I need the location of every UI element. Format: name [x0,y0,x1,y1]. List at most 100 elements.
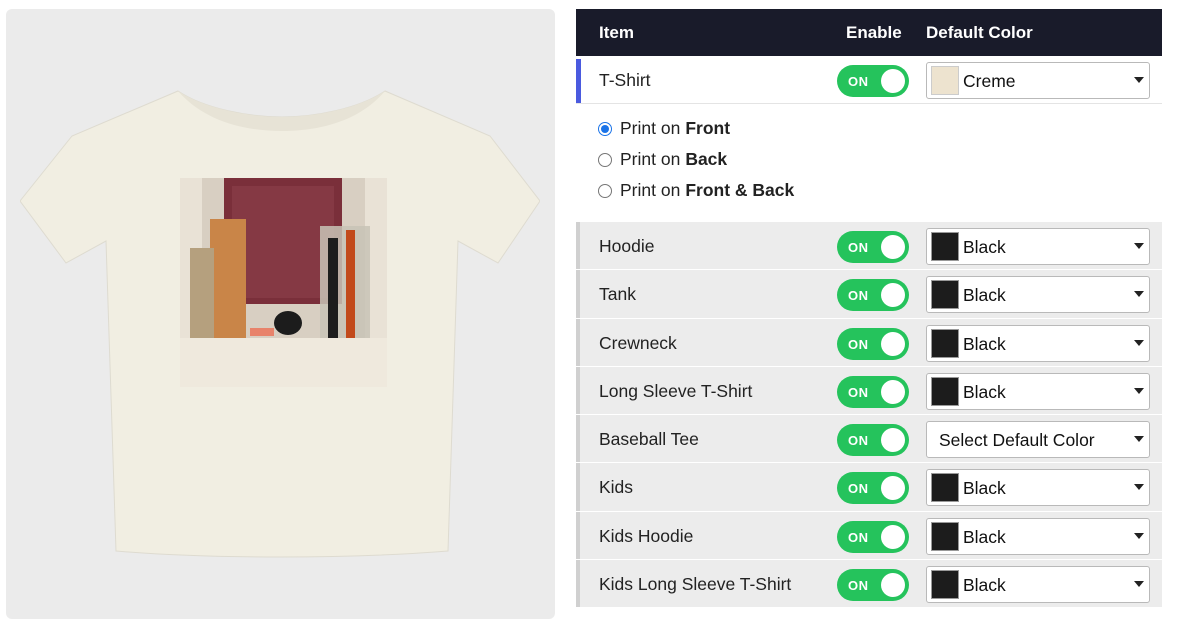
selected-color: Black [963,526,1006,547]
toggle-knob [881,283,905,308]
print-option-front-and-back[interactable]: Print on Front & Back [598,180,794,201]
product-row-tshirt[interactable]: T-Shirt ON Creme [576,56,1162,104]
column-header-item: Item [599,23,634,42]
product-row-tank[interactable]: Tank ON Black [576,270,1162,319]
selected-row-marker [576,59,581,103]
toggle-state-label: ON [848,481,869,497]
default-color-select[interactable]: Black [926,228,1150,265]
print-side-options: Print on Front Print on Back Print on Front… [576,104,1162,222]
column-header-enable: Enable [846,23,902,42]
default-color-select[interactable]: Creme [926,62,1150,99]
selected-color: Black [963,285,1006,306]
toggle-state-label: ON [848,336,869,352]
row-marker [576,463,580,511]
toggle-knob [881,524,905,549]
enable-toggle[interactable]: ON [837,375,909,408]
enable-toggle[interactable]: ON [837,231,909,263]
color-swatch [931,376,959,406]
print-option-front[interactable]: Print on Front [598,118,730,139]
color-swatch [931,473,959,503]
toggle-knob [881,235,905,259]
default-color-select[interactable]: Black [926,324,1150,362]
print-option-prefix: Print on [620,180,681,200]
color-swatch [931,66,959,95]
radio-button[interactable] [598,152,612,167]
toggle-state-label: ON [848,240,869,255]
product-name: Tank [599,284,636,305]
toggle-state-label: ON [848,288,869,304]
color-swatch [931,328,959,358]
row-marker [576,270,580,318]
default-color-select[interactable]: Black [926,469,1150,507]
default-color-select[interactable]: Black [926,517,1150,555]
product-row-long-sleeve[interactable]: Long Sleeve T-Shirt ON Black [576,366,1162,416]
chevron-down-icon [1134,532,1144,539]
print-option-prefix: Print on [620,149,681,169]
chevron-down-icon [1134,243,1144,249]
selected-color: Black [963,333,1006,354]
color-swatch [931,280,959,310]
row-marker [576,560,580,608]
color-swatch [931,521,959,551]
enable-toggle[interactable]: ON [837,569,909,602]
product-name: Crewneck [599,332,677,353]
product-row-crewneck[interactable]: Crewneck ON Black [576,318,1162,367]
product-row-hoodie[interactable]: Hoodie ON Black [576,222,1162,271]
product-row-kids-hoodie[interactable]: Kids Hoodie ON Black [576,511,1162,561]
enable-toggle[interactable]: ON [837,520,909,553]
product-name: Kids Hoodie [599,525,694,546]
toggle-state-label: ON [848,529,869,545]
radio-button[interactable] [598,121,612,136]
enable-toggle[interactable]: ON [837,327,909,360]
default-color-select[interactable]: Black [926,372,1150,410]
chevron-down-icon [1134,581,1144,588]
print-option-side: Front & Back [685,180,795,200]
selected-color: Black [963,237,1006,257]
product-row-baseball-tee[interactable]: Baseball Tee ON Select Default Color [576,415,1162,464]
product-row-kids[interactable]: Kids ON Black [576,463,1162,512]
product-name: Baseball Tee [599,429,699,450]
radio-button[interactable] [598,183,612,198]
default-color-select[interactable]: Black [926,276,1150,314]
print-artwork-image [180,178,387,387]
chevron-down-icon [1134,484,1144,491]
toggle-state-label: ON [848,433,869,449]
chevron-down-icon [1134,77,1144,83]
toggle-state-label: ON [848,384,869,400]
chevron-down-icon [1134,436,1144,443]
product-name: Kids [599,477,634,498]
toggle-knob [881,331,905,356]
selected-color: Black [963,478,1006,499]
product-settings-table: Item Enable Default Color T-Shirt ON Cre… [576,9,1162,609]
toggle-knob [881,573,905,598]
chevron-down-icon [1134,291,1144,298]
print-option-prefix: Print on [620,118,681,138]
chevron-down-icon [1134,387,1144,394]
toggle-knob [881,69,905,93]
print-option-back[interactable]: Print on Back [598,149,727,170]
toggle-knob [881,428,905,453]
print-option-side: Front [685,118,731,138]
toggle-state-label: ON [848,74,869,89]
toggle-state-label: ON [848,578,869,594]
color-swatch [931,232,959,261]
selected-color: Black [963,575,1006,596]
row-marker [576,222,580,270]
selected-color: Black [963,381,1006,402]
product-name: T-Shirt [599,70,651,90]
product-name: Long Sleeve T-Shirt [599,380,753,401]
default-color-select[interactable]: Black [926,566,1150,604]
default-color-select[interactable]: Select Default Color [926,421,1150,459]
enable-toggle[interactable]: ON [837,424,909,457]
product-row-kids-long-sleeve[interactable]: Kids Long Sleeve T-Shirt ON Black [576,560,1162,609]
enable-toggle[interactable]: ON [837,65,909,97]
row-marker [576,415,580,463]
enable-toggle[interactable]: ON [837,472,909,505]
enable-toggle[interactable]: ON [837,279,909,312]
selected-color: Select Default Color [939,430,1095,451]
product-name: Kids Long Sleeve T-Shirt [599,574,792,595]
row-marker [576,366,580,415]
product-name: Hoodie [599,236,655,256]
product-preview-panel [6,9,555,619]
toggle-knob [881,476,905,501]
